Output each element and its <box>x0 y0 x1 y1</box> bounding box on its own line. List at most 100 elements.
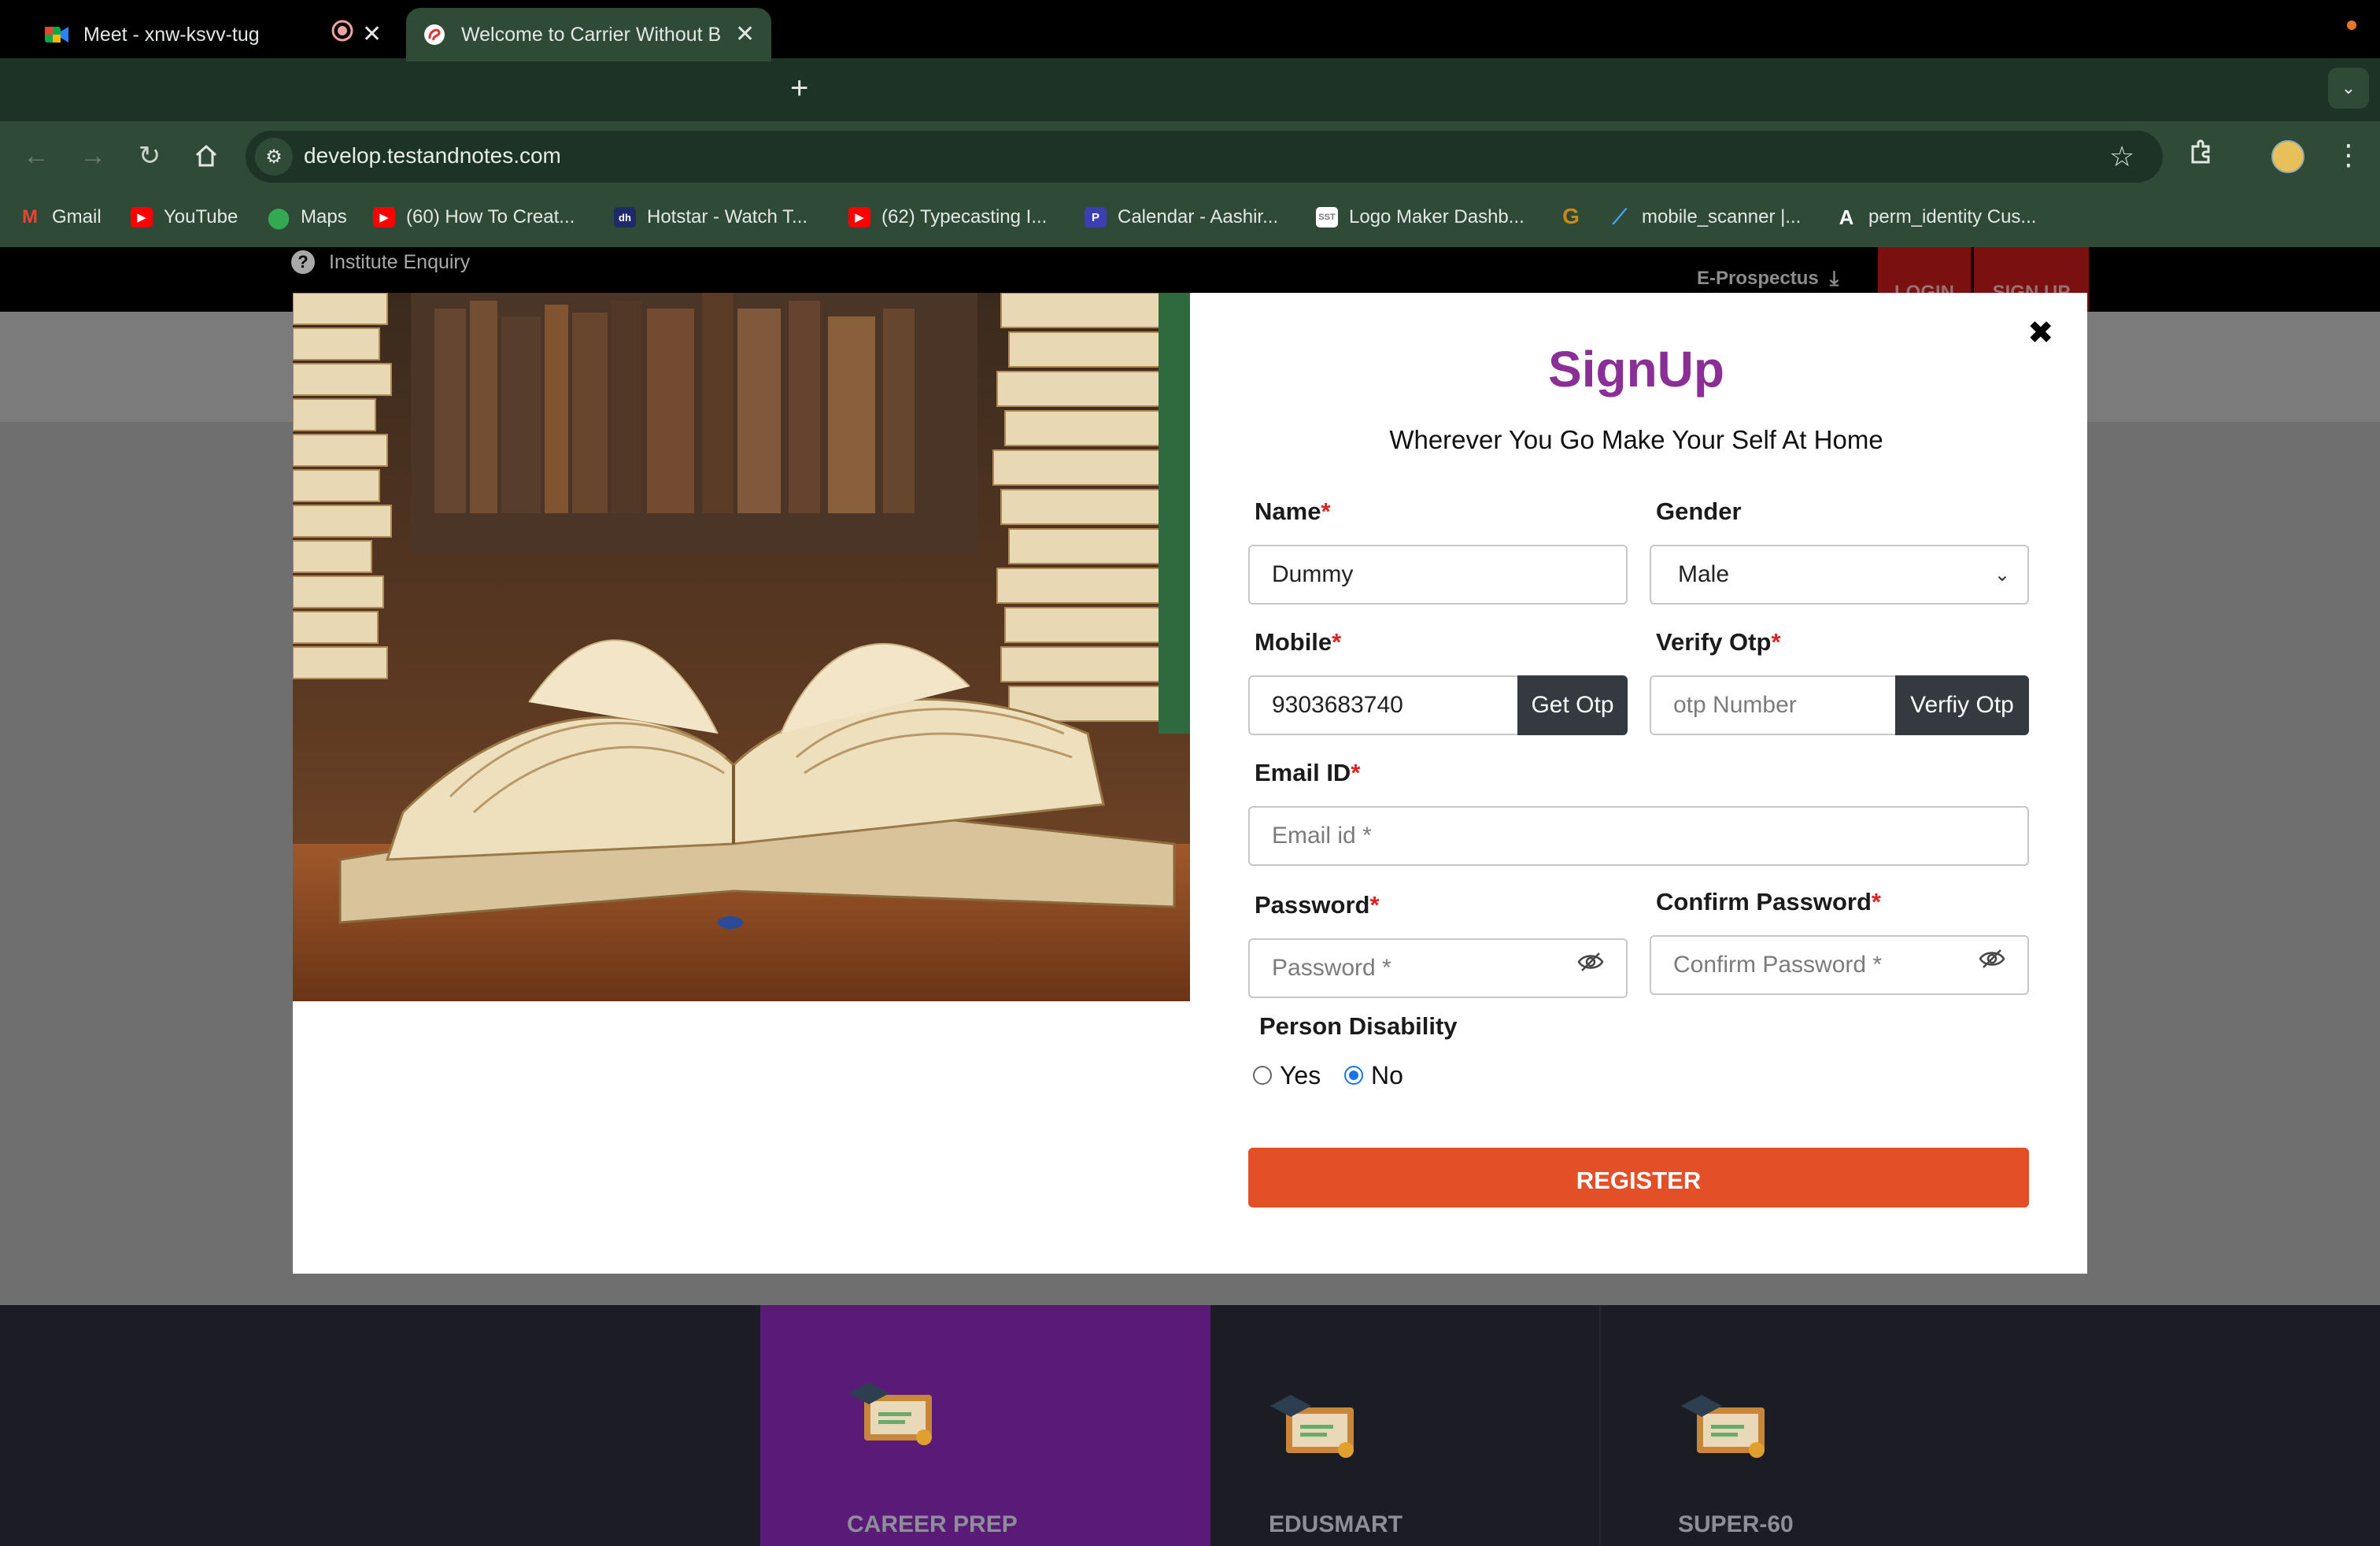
bookmark-star-icon[interactable]: ☆ <box>2109 140 2134 173</box>
confirm-password-input[interactable]: Confirm Password * <box>1650 935 2029 995</box>
bookmark-mobile-scanner[interactable]: ⟋ mobile_scanner |... <box>1609 205 1802 228</box>
eye-slash-icon[interactable] <box>1979 948 2005 975</box>
books-image <box>293 293 1190 1001</box>
bookmark-label: (62) Typecasting I... <box>881 206 1048 227</box>
bookmark-g[interactable]: G <box>1560 204 1593 228</box>
tab-meet[interactable]: Meet - xnw-ksvv-tug ✕ <box>31 8 401 61</box>
eye-slash-icon[interactable] <box>1577 951 1604 978</box>
close-icon[interactable]: ✖ <box>2027 315 2054 351</box>
password-input[interactable]: Password * <box>1248 938 1628 998</box>
bookmark-label: Logo Maker Dashb... <box>1349 206 1524 227</box>
label-text: Confirm Password <box>1656 888 1872 915</box>
angular-icon: A <box>1839 205 1854 229</box>
tab-title: Meet - xnw-ksvv-tug <box>83 23 260 46</box>
otp-input[interactable]: otp Number <box>1650 675 1898 735</box>
browser-menu-icon[interactable]: ⋮ <box>2334 139 2363 172</box>
e-prospectus-link[interactable]: E-Prospectus ⤓ <box>1697 266 1839 291</box>
course-title: CAREER PREP <box>847 1511 1018 1537</box>
bookmark-maps[interactable]: ⬤ Maps <box>267 205 347 229</box>
course-card-super-60[interactable] <box>1599 1305 1993 1546</box>
bookmark-hotstar[interactable]: dh Hotstar - Watch T... <box>614 206 808 228</box>
form-title: SignUp <box>1548 341 1724 398</box>
site-favicon <box>422 22 447 47</box>
required-mark: * <box>1871 888 1881 915</box>
bookmark-label: Maps <box>301 206 347 227</box>
hotstar-icon: dh <box>614 207 636 227</box>
bookmark-label: (60) How To Creat... <box>406 206 575 227</box>
help-icon: ? <box>291 250 315 274</box>
url-text[interactable]: develop.testandnotes.com <box>304 143 561 168</box>
institute-enquiry-link[interactable]: ? Institute Enquiry <box>291 250 470 274</box>
bookmark-label: perm_identity Cus... <box>1868 206 2037 227</box>
bookmark-perm-identity[interactable]: Aperm_identity Cus... <box>1835 205 2037 229</box>
chevron-down-icon: ⌄ <box>1994 564 2010 586</box>
back-icon[interactable]: ← <box>19 139 54 173</box>
home-icon[interactable] <box>189 139 224 173</box>
password-label: Password* <box>1255 891 1380 919</box>
name-label: Name* <box>1255 497 1331 526</box>
new-tab-icon[interactable]: + <box>790 71 808 106</box>
close-tab-icon[interactable]: ✕ <box>362 20 382 48</box>
disability-label: Person Disability <box>1259 1012 1458 1040</box>
enquiry-label: Institute Enquiry <box>329 250 471 273</box>
label-text: Name <box>1255 497 1321 525</box>
course-title: EDUSMART <box>1269 1511 1402 1537</box>
google-meet-icon <box>44 22 69 47</box>
disability-no-radio[interactable] <box>1344 1066 1363 1085</box>
flutter-icon: ⟋ <box>1612 205 1628 228</box>
tab-strip <box>0 58 2380 121</box>
gender-label: Gender <box>1656 497 1742 525</box>
download-icon: ⤓ <box>1829 266 1839 290</box>
reload-icon[interactable]: ↻ <box>132 139 167 173</box>
label-text: Password <box>1255 891 1370 919</box>
disability-no-label[interactable]: No <box>1371 1061 1403 1090</box>
disability-yes-radio[interactable] <box>1253 1066 1272 1085</box>
required-mark: * <box>1369 891 1380 919</box>
otp-placeholder: otp Number <box>1673 692 1797 718</box>
certificate-icon <box>848 1382 932 1445</box>
forward-icon[interactable]: → <box>76 139 110 173</box>
tab-title: Welcome to Carrier Without B <box>461 23 722 46</box>
bookmark-gmail[interactable]: M Gmail <box>19 206 102 228</box>
tab-search-icon[interactable]: ⌄ <box>2328 68 2369 109</box>
extensions-icon[interactable] <box>2186 139 2215 174</box>
get-otp-button[interactable]: Get Otp <box>1517 675 1628 735</box>
bookmark-youtube[interactable]: ▶ YouTube <box>131 206 238 228</box>
form-subtitle: Wherever You Go Make Your Self At Home <box>1389 425 1883 454</box>
confirm-password-placeholder: Confirm Password * <box>1673 952 1883 978</box>
bookmark-logo-maker[interactable]: SST Logo Maker Dashb... <box>1316 206 1524 228</box>
bookmark-label: mobile_scanner |... <box>1642 206 1802 227</box>
verify-otp-label: Verify Otp* <box>1656 628 1781 656</box>
maps-icon: ⬤ <box>267 205 290 229</box>
gender-value: Male <box>1678 561 1730 587</box>
course-card-career-prep[interactable] <box>760 1305 1210 1546</box>
bookmark-youtube-video[interactable]: ▶ (60) How To Creat... <box>373 206 575 228</box>
close-tab-icon[interactable]: ✕ <box>735 20 755 48</box>
name-input[interactable]: Dummy <box>1248 545 1628 605</box>
bookmark-youtube-typecasting[interactable]: ▶ (62) Typecasting I... <box>848 206 1047 228</box>
mobile-input[interactable]: 9303683740 <box>1248 675 1521 735</box>
email-label: Email ID* <box>1255 759 1360 787</box>
profile-avatar[interactable] <box>2271 140 2304 173</box>
certificate-icon <box>1270 1395 1354 1458</box>
bookmark-calendar[interactable]: P Calendar - Aashir... <box>1085 206 1278 228</box>
youtube-icon: ▶ <box>373 207 395 227</box>
course-title: SUPER-60 <box>1678 1511 1794 1537</box>
site-info-icon[interactable]: ⚙ <box>255 138 293 176</box>
required-mark: * <box>1321 497 1331 525</box>
verify-otp-button[interactable]: Verfiy Otp <box>1895 675 2029 735</box>
disability-yes-label[interactable]: Yes <box>1280 1061 1321 1090</box>
password-placeholder: Password * <box>1272 955 1391 981</box>
label-text: Verify Otp <box>1656 628 1772 656</box>
youtube-icon: ▶ <box>131 207 153 227</box>
confirm-password-label: Confirm Password* <box>1656 888 1881 916</box>
email-input[interactable]: Email id * <box>1248 806 2029 866</box>
required-mark: * <box>1351 759 1361 786</box>
calendar-icon: P <box>1085 207 1107 227</box>
tab-active[interactable]: Welcome to Carrier Without B ✕ <box>406 8 771 61</box>
mobile-label: Mobile* <box>1255 628 1341 656</box>
gender-select[interactable]: Male ⌄ <box>1650 545 2029 605</box>
register-button[interactable]: REGISTER <box>1248 1148 2029 1208</box>
tab-recording-icon <box>331 19 354 49</box>
label-text: Mobile <box>1255 628 1332 656</box>
